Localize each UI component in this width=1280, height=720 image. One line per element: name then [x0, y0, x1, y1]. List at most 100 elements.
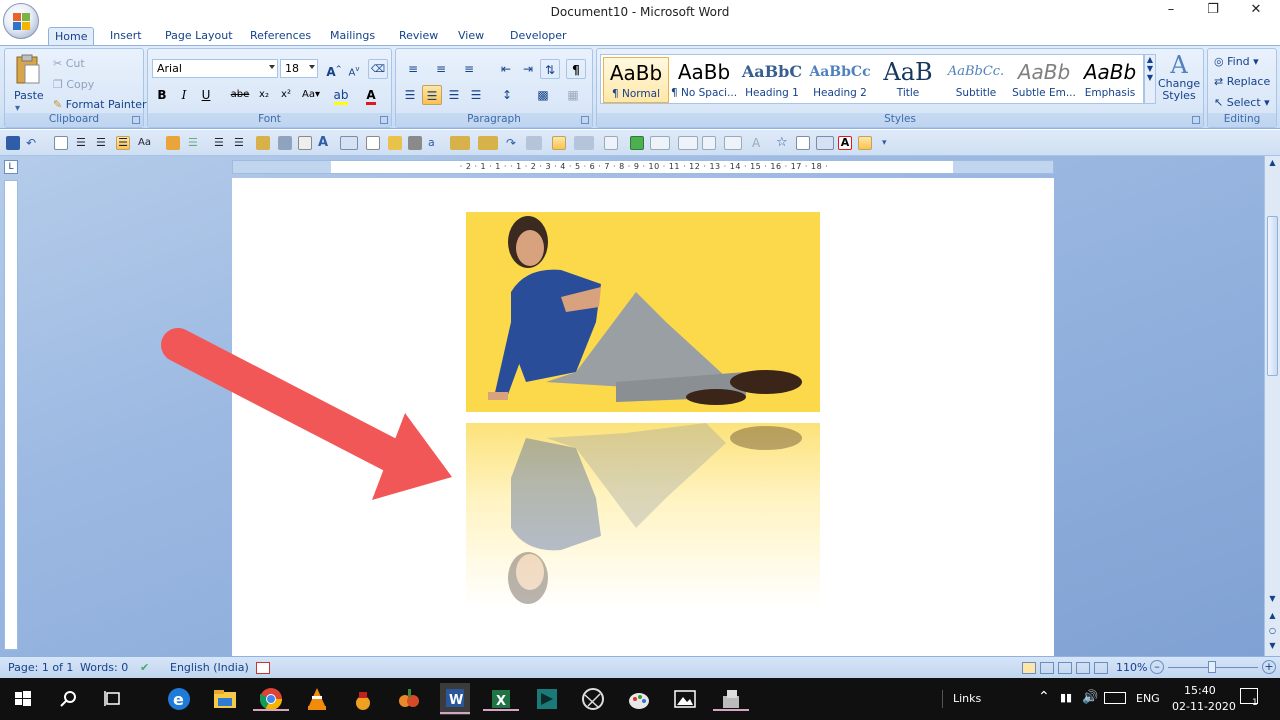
style-title[interactable]: AaB Title [875, 57, 941, 103]
shape-icon[interactable] [604, 136, 618, 150]
change-case-button[interactable]: Aa▾ [298, 85, 324, 105]
sort-button[interactable]: ⇅ [540, 59, 560, 79]
bullets-button[interactable]: ≡ [400, 59, 426, 79]
scroll-down-icon[interactable]: ▼ [1266, 594, 1279, 608]
clipboard-launcher-icon[interactable] [132, 116, 140, 124]
justify-button[interactable]: ☰ [466, 85, 486, 105]
open-icon[interactable] [388, 136, 402, 150]
photo-reflection[interactable] [466, 423, 820, 608]
tools-icon[interactable] [278, 136, 292, 150]
tab-developer[interactable]: Developer [504, 27, 573, 46]
restore-button[interactable]: ❐ [1198, 2, 1228, 17]
envelope-icon[interactable] [450, 136, 470, 150]
outline-icon[interactable] [1076, 662, 1090, 674]
aperture-icon[interactable] [580, 686, 606, 712]
photos-icon[interactable] [672, 686, 698, 712]
tab-insert[interactable]: Insert [104, 27, 148, 46]
vlc-icon[interactable] [304, 686, 330, 712]
shrink-font-button[interactable]: Av [344, 59, 364, 79]
justify-icon[interactable]: ☰ [214, 136, 228, 150]
next-page-icon[interactable]: ▼ [1266, 641, 1279, 653]
save-icon[interactable] [6, 136, 20, 150]
align-icon[interactable]: ☰ [96, 136, 110, 150]
scroll-thumb[interactable] [1267, 216, 1278, 376]
font-size-combo[interactable]: 18 [280, 59, 318, 78]
prev-page-icon[interactable]: ▲ [1266, 611, 1279, 623]
task-view-icon[interactable] [100, 686, 126, 712]
tab-page-layout[interactable]: Page Layout [159, 27, 239, 46]
print-icon[interactable] [408, 136, 422, 150]
clock-time[interactable]: 15:40 [1184, 684, 1216, 697]
close-button[interactable]: ✕ [1241, 2, 1271, 17]
customize-qat-icon[interactable]: ▾ [882, 136, 896, 150]
bold-button[interactable]: B [152, 85, 172, 105]
font-color-icon[interactable]: A [838, 136, 852, 150]
input-language[interactable]: ENG [1136, 692, 1160, 705]
excel-icon[interactable]: X [483, 686, 519, 712]
vertical-scrollbar[interactable]: ▲ ▼ ▲ ○ ▼ [1264, 156, 1280, 656]
page-icon[interactable] [298, 136, 312, 150]
tab-view[interactable]: View [452, 27, 490, 46]
shape-icon[interactable] [574, 136, 594, 150]
office-button[interactable] [3, 3, 39, 39]
image-icon[interactable] [858, 136, 872, 150]
font-name-combo[interactable]: Arial [152, 59, 278, 78]
macro-record-icon[interactable] [256, 662, 270, 674]
photo[interactable] [466, 212, 820, 412]
tab-home[interactable]: Home [48, 27, 95, 46]
select-button[interactable]: ↖ Select ▾ [1214, 96, 1270, 109]
print-preview-icon[interactable] [54, 136, 68, 150]
font-color-button[interactable]: A [358, 85, 384, 105]
styles-launcher-icon[interactable] [1192, 116, 1200, 124]
cube-icon[interactable] [630, 136, 644, 150]
shadow-icon[interactable] [650, 136, 670, 150]
3d-icon[interactable] [678, 136, 698, 150]
style-no-spacing[interactable]: AaBb ¶ No Spaci... [671, 57, 737, 103]
superscript-button[interactable]: x² [276, 85, 296, 105]
edge-icon[interactable]: e [166, 686, 192, 712]
wordart-icon[interactable]: A [752, 136, 766, 150]
minimize-button[interactable]: – [1156, 2, 1186, 17]
styles-scroll[interactable]: ▲ ▼ ▼ [1144, 54, 1156, 104]
app-icon[interactable] [350, 686, 376, 712]
edit-icon[interactable] [166, 136, 180, 150]
align-right-button[interactable]: ☰ [444, 85, 464, 105]
paste-button[interactable] [11, 53, 45, 87]
numbering-button[interactable]: ≡ [428, 59, 454, 79]
replace-button[interactable]: ⇄ Replace [1214, 75, 1270, 88]
distribute-icon[interactable]: ☰ [234, 136, 248, 150]
highlight-button[interactable]: ab [328, 85, 354, 105]
page-count[interactable]: Page: 1 of 1 [8, 661, 73, 674]
print-layout-icon[interactable] [1022, 662, 1036, 674]
show-hidden-icons[interactable]: ⌃ [1038, 689, 1050, 705]
italic-button[interactable]: I [174, 85, 194, 105]
align-icon[interactable]: ☰ [76, 136, 90, 150]
style-heading-1[interactable]: AaBbC Heading 1 [739, 57, 805, 103]
line-spacing-button[interactable]: ↕ [494, 85, 520, 105]
font-launcher-icon[interactable] [380, 116, 388, 124]
proofing-icon[interactable]: ✔ [140, 661, 149, 674]
zoom-level[interactable]: 110% [1116, 661, 1147, 674]
paint-icon[interactable] [626, 686, 652, 712]
picture-icon[interactable] [796, 136, 810, 150]
center-button[interactable]: ☰ [422, 85, 442, 105]
font-icon[interactable]: a [428, 136, 442, 150]
app-icon[interactable] [534, 686, 560, 712]
vertical-ruler[interactable] [4, 180, 18, 650]
search-icon[interactable] [56, 686, 82, 712]
horizontal-ruler[interactable]: · 2 · 1 · 1 · · 1 · 2 · 3 · 4 · 5 · 6 · … [232, 160, 1054, 174]
clock-date[interactable]: 02-11-2020 [1172, 700, 1236, 713]
style-normal[interactable]: AaBb ¶ Normal [603, 57, 669, 103]
format-painter-button[interactable]: ✎ Format Painter [53, 98, 147, 111]
undo-icon[interactable]: ↶ [26, 136, 40, 150]
decrease-indent-button[interactable]: ⇤ [496, 59, 516, 79]
zoom-in-icon[interactable]: + [1262, 660, 1276, 674]
cut-button[interactable]: ✂ Cut [53, 57, 85, 70]
multilevel-list-button[interactable]: ≡ [456, 59, 482, 79]
clear-formatting-button[interactable]: ⌫ [368, 59, 388, 79]
tab-mailings[interactable]: Mailings [324, 27, 381, 46]
zoom-slider-thumb[interactable] [1208, 661, 1216, 673]
change-styles-button[interactable]: A Change Styles [1158, 52, 1200, 102]
zoom-out-icon[interactable]: – [1150, 660, 1164, 674]
tab-selector[interactable]: L [4, 160, 18, 174]
